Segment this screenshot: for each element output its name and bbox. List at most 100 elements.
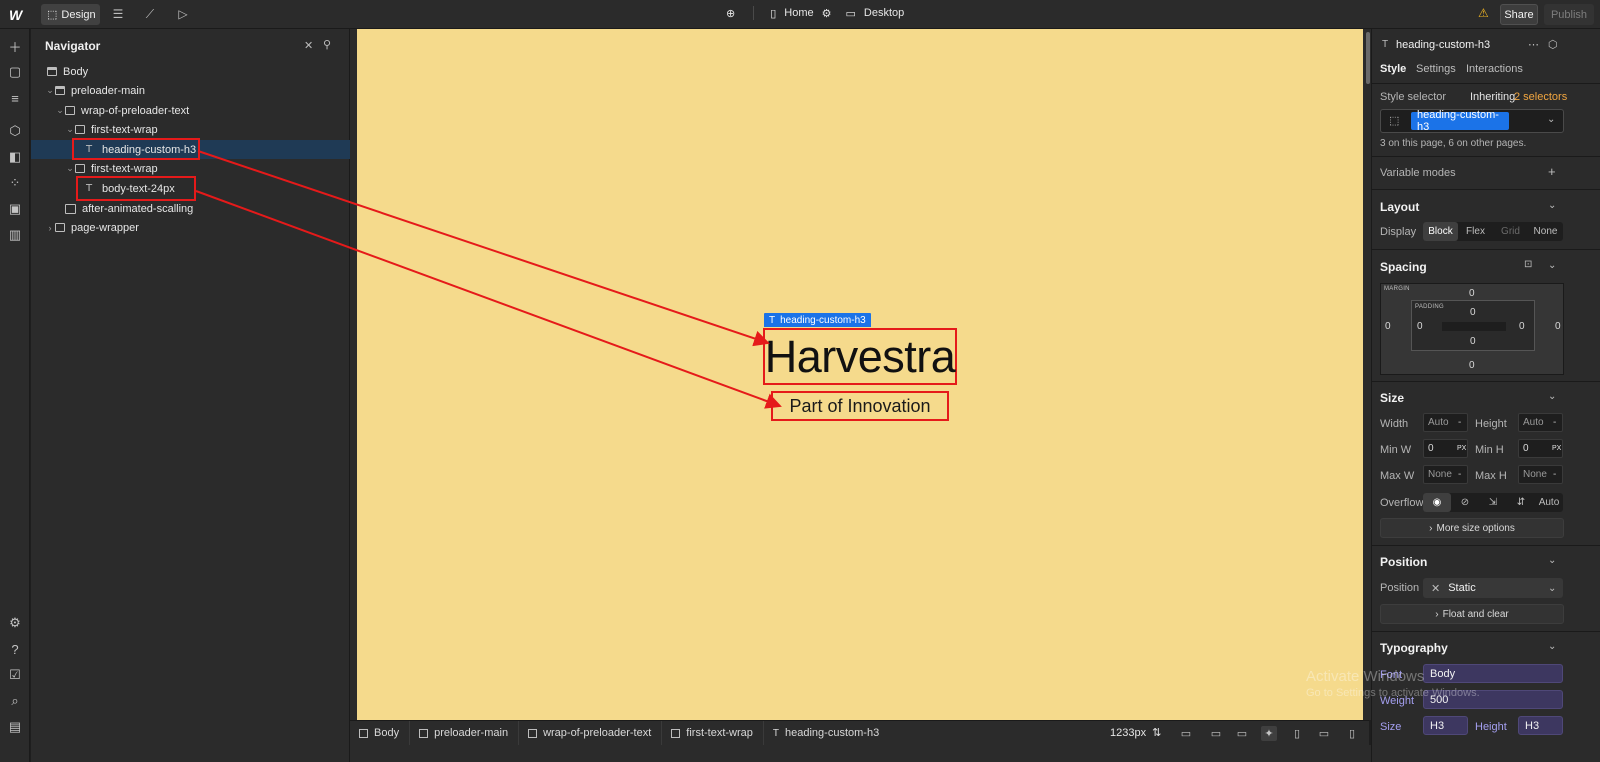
chevron-right-icon[interactable]: › <box>45 223 55 233</box>
breakpoint-selector[interactable]: Desktop <box>864 7 904 19</box>
overflow-visible-eye-icon[interactable]: ◉ <box>1423 493 1451 512</box>
globe-icon[interactable]: ⊕ <box>726 7 735 20</box>
display-none-option[interactable]: None <box>1528 222 1563 241</box>
spacing-heading[interactable]: Spacing <box>1380 260 1427 274</box>
chevron-down-icon[interactable]: ⌄ <box>55 105 65 116</box>
navigator-icon[interactable]: ≡ <box>7 90 23 106</box>
pin-icon[interactable]: ⚲ <box>323 38 331 51</box>
add-icon[interactable]: + <box>1548 164 1556 179</box>
chevron-down-icon[interactable]: ⌄ <box>1547 114 1555 125</box>
min-h-unit[interactable]: PX <box>1552 445 1561 452</box>
component-icon[interactable]: ⬡ <box>1548 38 1558 51</box>
position-select[interactable]: ✕ Static ⌄ <box>1423 578 1563 598</box>
unit-dash[interactable]: - <box>1458 469 1461 480</box>
chevron-down-icon[interactable]: ⌄ <box>1548 200 1556 211</box>
warning-icon[interactable]: ⚠ <box>1478 6 1489 20</box>
body-text-element[interactable]: Part of Innovation <box>771 391 949 421</box>
margin-left-value[interactable]: 0 <box>1385 321 1391 332</box>
inheriting-count[interactable]: 2 selectors <box>1514 91 1567 103</box>
preview-play-icon[interactable]: ▷ <box>175 6 191 22</box>
variables-icon[interactable]: ⁘ <box>7 175 23 191</box>
mobile-landscape-icon[interactable]: ▭ <box>1316 726 1332 741</box>
tree-node-first-text-wrap[interactable]: ⌄ first-text-wrap <box>31 120 350 139</box>
share-button[interactable]: Share <box>1500 4 1538 25</box>
heading-element[interactable]: Harvestra <box>763 328 957 385</box>
more-size-options-button[interactable]: › More size options <box>1380 518 1564 538</box>
size-heading[interactable]: Size <box>1380 391 1404 405</box>
more-options-icon[interactable]: ⋯ <box>1528 38 1539 51</box>
desktop-base-icon[interactable]: ✦ <box>1261 726 1277 741</box>
chevron-down-icon[interactable]: ⌄ <box>1548 391 1556 402</box>
selector-chip[interactable]: heading-custom-h3 <box>1411 109 1509 133</box>
tree-node-preloader-main[interactable]: ⌄ preloader-main <box>31 81 350 100</box>
overflow-clip-icon[interactable]: ⇵ <box>1507 493 1535 512</box>
typography-heading[interactable]: Typography <box>1380 641 1448 655</box>
padding-right-value[interactable]: 0 <box>1519 321 1525 332</box>
apps-book-icon[interactable]: ▥ <box>7 227 23 243</box>
breadcrumb-item[interactable]: Body <box>350 720 411 746</box>
tab-interactions[interactable]: Interactions <box>1466 63 1523 75</box>
line-height-input[interactable]: H3 <box>1518 716 1563 735</box>
overflow-auto-option[interactable]: Auto <box>1535 493 1563 512</box>
height-input[interactable]: Auto - <box>1518 413 1563 432</box>
webflow-logo[interactable]: W <box>9 7 22 23</box>
chevron-down-icon[interactable]: ⌄ <box>65 163 75 174</box>
float-and-clear-button[interactable]: › Float and clear <box>1380 604 1564 624</box>
display-flex-option[interactable]: Flex <box>1458 222 1493 241</box>
chevron-down-icon[interactable]: ⌄ <box>1548 260 1556 271</box>
pages-icon[interactable]: ▢ <box>7 64 23 80</box>
tab-style[interactable]: Style <box>1380 63 1406 75</box>
chevron-down-icon[interactable]: ⌄ <box>45 85 55 96</box>
tree-node-body[interactable]: Body <box>31 62 350 81</box>
display-block-option[interactable]: Block <box>1423 222 1458 241</box>
padding-top-value[interactable]: 0 <box>1470 307 1476 318</box>
design-mode-button[interactable]: ⬚ Design <box>41 4 100 25</box>
breadcrumb-item[interactable]: preloader-main <box>410 720 520 746</box>
desktop-large-icon[interactable]: ▭ <box>1178 726 1194 741</box>
font-size-input[interactable]: H3 <box>1423 716 1468 735</box>
margin-right-value[interactable]: 0 <box>1555 321 1561 332</box>
settings-gear-icon[interactable]: ⚙ <box>7 615 23 631</box>
audit-check-icon[interactable]: ☑ <box>7 667 23 683</box>
mobile-portrait-icon[interactable]: ▯ <box>1344 726 1360 741</box>
chevron-down-icon[interactable]: ⌄ <box>1548 555 1556 566</box>
collapse-icon[interactable]: ✕ <box>304 39 313 52</box>
selection-label[interactable]: T heading-custom-h3 <box>764 313 871 327</box>
selector-field[interactable]: ⬚ heading-custom-h3 ⌄ <box>1380 109 1564 133</box>
cms-icon[interactable]: ☰ <box>110 6 126 22</box>
add-elements-icon[interactable]: ＋ <box>7 38 23 55</box>
display-grid-option[interactable]: Grid <box>1493 222 1528 241</box>
analytics-icon[interactable]: ⟋ <box>142 6 158 22</box>
breadcrumb-item[interactable]: first-text-wrap <box>662 720 764 746</box>
tree-node-page-wrapper[interactable]: › page-wrapper <box>31 218 350 237</box>
design-canvas[interactable]: T heading-custom-h3 Harvestra Part of In… <box>357 29 1363 720</box>
canvas-width-readout[interactable]: 1233px ⇅ <box>1110 726 1161 740</box>
unit-dash[interactable]: - <box>1553 469 1556 480</box>
spacing-presets-icon[interactable]: ⊡ <box>1524 259 1532 270</box>
components-icon[interactable]: ⬡ <box>7 123 23 139</box>
page-settings-gear-icon[interactable]: ⚙ <box>822 7 832 20</box>
assets-icon[interactable]: ▣ <box>7 201 23 217</box>
width-input[interactable]: Auto - <box>1423 413 1468 432</box>
chevron-down-icon[interactable]: ⌄ <box>1548 641 1556 652</box>
desktop-icon[interactable]: ▭ <box>1208 726 1224 741</box>
min-width-input[interactable]: 0 PX <box>1423 439 1468 458</box>
overflow-scroll-icon[interactable]: ⇲ <box>1479 493 1507 512</box>
chevron-down-icon[interactable]: ⌄ <box>65 124 75 135</box>
margin-bottom-value[interactable]: 0 <box>1469 360 1475 371</box>
canvas-scroll-thumb[interactable] <box>1366 32 1370 84</box>
breadcrumb-item[interactable]: wrap-of-preloader-text <box>519 720 663 746</box>
help-icon[interactable]: ? <box>7 641 23 657</box>
layout-heading[interactable]: Layout <box>1380 200 1419 214</box>
overflow-hidden-eye-slash-icon[interactable]: ⊘ <box>1451 493 1479 512</box>
publish-button[interactable]: Publish <box>1544 4 1594 25</box>
padding-left-value[interactable]: 0 <box>1417 321 1423 332</box>
page-selector[interactable]: Home <box>784 7 813 19</box>
max-width-input[interactable]: None - <box>1423 465 1468 484</box>
position-heading[interactable]: Position <box>1380 555 1427 569</box>
max-height-input[interactable]: None - <box>1518 465 1563 484</box>
search-icon[interactable]: ⌕ <box>7 693 23 709</box>
styles-icon[interactable]: ◧ <box>7 149 23 165</box>
padding-bottom-value[interactable]: 0 <box>1470 336 1476 347</box>
breadcrumb-item[interactable]: T heading-custom-h3 <box>764 721 889 746</box>
